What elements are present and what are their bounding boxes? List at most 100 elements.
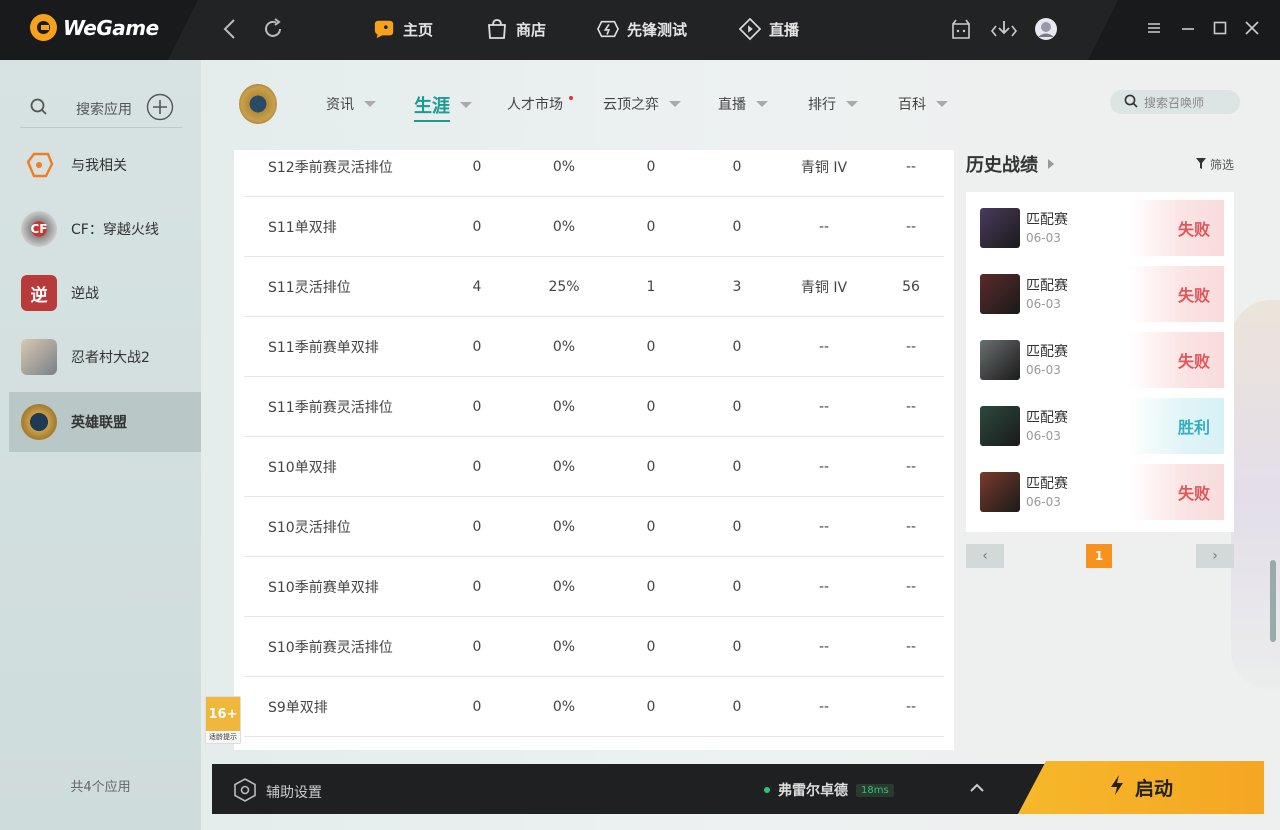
- match-item[interactable]: 匹配赛 06-03 失败: [980, 464, 1224, 520]
- match-date: 06-03: [1026, 231, 1061, 245]
- match-mode: 匹配赛: [1026, 212, 1068, 228]
- sidebar-item-label: 忍者村大战2: [71, 350, 150, 366]
- refresh-icon[interactable]: [262, 18, 284, 45]
- table-cell: 0: [732, 218, 742, 235]
- app-sidebar: 搜索应用 与我相关 CF CF：穿越火线 逆 逆战 忍者村大战2 英雄联盟 共4…: [0, 60, 201, 830]
- app-search[interactable]: 搜索应用: [20, 90, 190, 128]
- tab-label: 人才市场: [507, 97, 563, 113]
- match-history: 历史战绩 筛选 匹配赛 06-03 失败 匹配赛 06-03 失败 匹配赛 06-03 失败 匹配…: [966, 150, 1234, 568]
- nav-home[interactable]: 主页: [373, 18, 433, 40]
- prev-page-button[interactable]: ‹: [966, 544, 1004, 568]
- nav-live-label: 直播: [769, 20, 800, 39]
- title-bar: WeGame 主页 商店 先锋测试 直播: [0, 0, 1280, 60]
- table-cell: 0: [646, 638, 656, 655]
- match-mode: 匹配赛: [1026, 278, 1068, 294]
- chevron-up-icon[interactable]: [970, 778, 984, 797]
- table-row: S11灵活排位 4 25% 1 3 青铜 IV 56: [244, 257, 944, 317]
- match-item[interactable]: 匹配赛 06-03 失败: [980, 200, 1224, 256]
- table-cell: --: [818, 338, 830, 355]
- table-cell: 0: [472, 458, 482, 475]
- add-app-icon[interactable]: [146, 93, 174, 125]
- sidebar-item-label: CF：穿越火线: [71, 222, 159, 238]
- match-date: 06-03: [1026, 363, 1061, 377]
- wegame-logo-icon: [30, 14, 57, 41]
- sidebar-item-cf[interactable]: CF CF：穿越火线: [9, 199, 201, 259]
- tab-talent-market[interactable]: 人才市场: [507, 94, 573, 114]
- match-result: 失败: [1128, 464, 1224, 520]
- sidebar-item-ninja[interactable]: 忍者村大战2: [9, 327, 201, 387]
- download-icon[interactable]: [990, 18, 1018, 44]
- chevron-down-icon: [669, 101, 681, 107]
- table-cell: --: [818, 518, 830, 535]
- age-rating-note: 适龄提示: [209, 733, 237, 741]
- tab-ranking[interactable]: 排行: [808, 94, 858, 114]
- scrollbar-thumb[interactable]: [1270, 560, 1276, 642]
- table-cell: 0: [732, 338, 742, 355]
- table-cell: 0%: [552, 518, 576, 535]
- champion-avatar: [980, 274, 1020, 314]
- table-row: S9单双排 0 0% 0 0 -- --: [244, 677, 944, 737]
- sidebar-item-label: 英雄联盟: [71, 415, 127, 431]
- related-icon: [21, 147, 57, 183]
- nizhan-icon: 逆: [21, 275, 57, 311]
- nav-store[interactable]: 商店: [486, 18, 546, 40]
- current-page[interactable]: 1: [1086, 544, 1112, 568]
- table-cell: 0: [472, 158, 482, 175]
- table-cell: --: [818, 638, 830, 655]
- launch-button[interactable]: 启动: [1018, 761, 1264, 814]
- user-avatar[interactable]: [1034, 17, 1058, 45]
- season-queue-name: S9单双排: [268, 699, 328, 716]
- table-cell: --: [905, 578, 917, 595]
- table-cell: 0: [732, 518, 742, 535]
- table-row: S11单双排 0 0% 0 0 -- --: [244, 197, 944, 257]
- assist-settings-button[interactable]: 辅助设置: [234, 778, 322, 806]
- table-cell: 0: [646, 218, 656, 235]
- sidebar-item-nizhan[interactable]: 逆 逆战: [9, 263, 201, 323]
- server-selector[interactable]: 弗雷尔卓德 18ms: [764, 780, 894, 800]
- match-result: 失败: [1128, 266, 1224, 322]
- table-cell: 0%: [552, 218, 576, 235]
- tab-wiki[interactable]: 百科: [898, 94, 948, 114]
- brand-name: WeGame: [63, 15, 159, 40]
- table-row: S12季前赛灵活排位 0 0% 0 0 青铜 IV --: [244, 150, 944, 197]
- match-item[interactable]: 匹配赛 06-03 失败: [980, 266, 1224, 322]
- tab-tft[interactable]: 云顶之弈: [603, 94, 681, 114]
- tab-news[interactable]: 资讯: [326, 94, 376, 114]
- match-result: 胜利: [1128, 398, 1224, 454]
- chevron-right-icon: ›: [1212, 548, 1218, 564]
- lol-logo[interactable]: [239, 84, 277, 124]
- match-item[interactable]: 匹配赛 06-03 胜利: [980, 398, 1224, 454]
- champion-avatar: [980, 472, 1020, 512]
- search-icon: [30, 98, 48, 120]
- nav-pioneer-test[interactable]: 先锋测试: [597, 18, 687, 40]
- table-cell: --: [905, 518, 917, 535]
- tab-live[interactable]: 直播: [718, 94, 768, 114]
- back-icon[interactable]: [222, 18, 238, 45]
- notification-dot: [569, 96, 573, 100]
- match-history-header[interactable]: 历史战绩: [966, 150, 1234, 178]
- wegame-logo[interactable]: WeGame: [30, 14, 159, 41]
- season-queue-name: S10灵活排位: [268, 519, 351, 536]
- launch-bar: 辅助设置 弗雷尔卓德 18ms 启动: [212, 761, 1264, 814]
- minimize-icon[interactable]: [1180, 20, 1196, 40]
- nav-live[interactable]: 直播: [739, 17, 800, 41]
- table-cell: --: [905, 398, 917, 415]
- filter-button[interactable]: 筛选: [1195, 156, 1234, 173]
- table-row: S10单双排 0 0% 0 0 -- --: [244, 437, 944, 497]
- table-cell: 青铜 IV: [800, 159, 848, 176]
- table-cell: 0: [472, 518, 482, 535]
- tab-label: 资讯: [326, 97, 354, 113]
- filter-label: 筛选: [1209, 158, 1234, 172]
- menu-icon[interactable]: [1146, 20, 1162, 40]
- search-icon: [1124, 94, 1138, 111]
- tab-career[interactable]: 生涯: [414, 92, 472, 122]
- close-icon[interactable]: [1244, 20, 1260, 40]
- gift-box-icon[interactable]: [950, 18, 972, 44]
- next-page-button[interactable]: ›: [1196, 544, 1234, 568]
- pioneer-icon: [597, 18, 619, 40]
- maximize-icon[interactable]: [1212, 20, 1228, 40]
- sidebar-item-related[interactable]: 与我相关: [9, 135, 201, 195]
- sidebar-item-lol[interactable]: 英雄联盟: [9, 392, 201, 452]
- summoner-search-input[interactable]: 搜索召唤师: [1110, 90, 1240, 114]
- match-item[interactable]: 匹配赛 06-03 失败: [980, 332, 1224, 388]
